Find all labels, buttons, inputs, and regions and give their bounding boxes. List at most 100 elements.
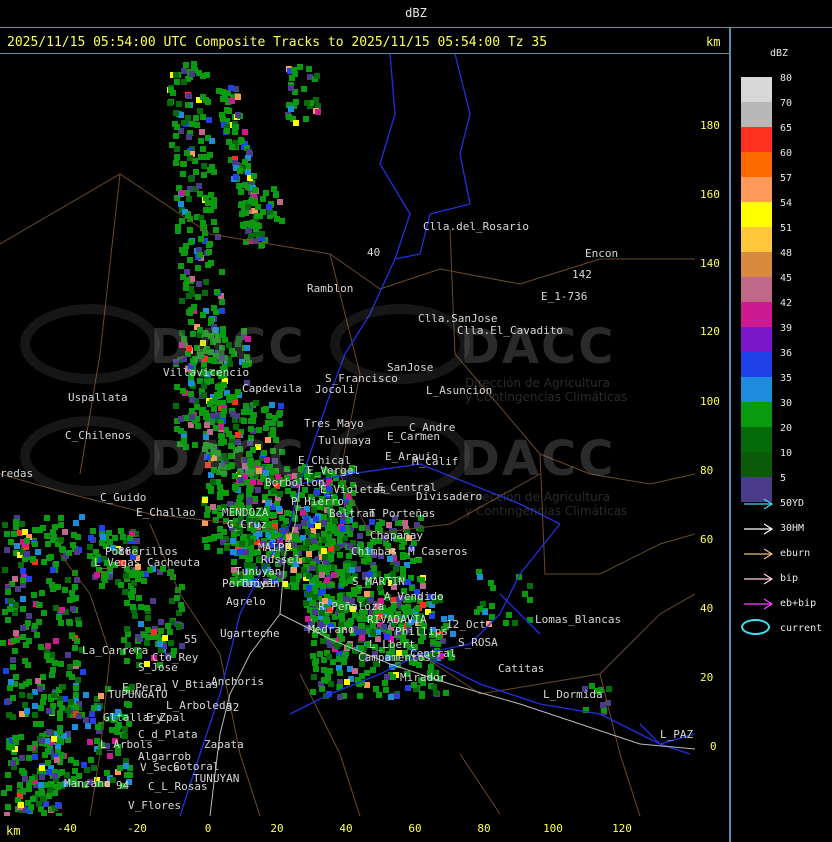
echo-pixel	[58, 537, 64, 543]
echo-pixel	[600, 702, 606, 708]
echo-pixel	[144, 605, 150, 611]
echo-pixel	[141, 632, 147, 638]
echo-pixel	[72, 724, 78, 730]
echo-pixel	[230, 549, 236, 555]
echo-pixel	[72, 584, 78, 590]
echo-pixel	[40, 699, 46, 705]
legend-level-label: 35	[780, 373, 793, 384]
echo-pixel	[33, 721, 39, 727]
echo-pixel	[204, 512, 210, 518]
echo-pixel	[215, 400, 221, 406]
echo-pixel	[313, 575, 319, 581]
echo-pixel	[57, 701, 63, 707]
echo-pixel	[410, 558, 416, 564]
echo-pixel	[66, 619, 72, 625]
echo-pixel	[36, 602, 42, 608]
place-label: M_Calif	[412, 455, 459, 468]
echo-pixel	[334, 545, 340, 551]
echo-pixel	[198, 138, 204, 144]
legend-swatch	[741, 202, 772, 227]
echo-pixel	[291, 542, 297, 548]
legend-swatch	[741, 327, 772, 352]
echo-pixel	[198, 236, 204, 242]
echo-pixel	[186, 196, 192, 202]
echo-pixel	[46, 793, 52, 799]
legend-level-label: 57	[780, 173, 793, 184]
echo-pixel	[245, 556, 251, 562]
echo-pixel	[221, 408, 227, 414]
echo-pixel	[318, 590, 324, 596]
track-legend-item: eburn	[740, 546, 830, 562]
echo-pixel	[242, 159, 248, 165]
place-label: Divisadero	[416, 490, 483, 503]
echo-pixel	[477, 574, 483, 580]
echo-pixel	[203, 279, 209, 285]
echo-pixel	[276, 506, 282, 512]
place-label: Clla.SanJose	[418, 312, 498, 325]
echo-pixel	[73, 704, 79, 710]
legend-swatch	[741, 77, 772, 102]
echo-pixel	[306, 573, 312, 579]
place-label: L_PAZ	[660, 728, 694, 741]
echo-pixel	[118, 582, 124, 588]
echo-pixel	[73, 692, 79, 698]
echo-pixel	[127, 772, 133, 778]
echo-pixel	[201, 172, 207, 178]
echo-pixel	[138, 621, 144, 627]
place-label: Uspallata	[68, 391, 128, 404]
echo-pixel	[428, 664, 434, 670]
echo-pixel	[331, 572, 337, 578]
echo-pixel	[200, 94, 206, 100]
echo-pixel	[145, 615, 151, 621]
echo-pixel	[321, 514, 327, 520]
echo-pixel	[211, 219, 217, 225]
echo-pixel	[117, 765, 123, 771]
echo-pixel	[200, 146, 206, 152]
echo-pixel	[122, 589, 128, 595]
echo-pixel	[200, 114, 206, 120]
place-label: M_Caseros	[408, 545, 468, 558]
echo-pixel	[58, 661, 64, 667]
echo-pixel	[39, 765, 45, 771]
echo-pixel	[188, 391, 194, 397]
echo-pixel	[9, 744, 15, 750]
echo-pixel	[39, 774, 45, 780]
place-label: Clla.El_Cavadito	[457, 324, 563, 337]
echo-pixel	[342, 653, 348, 659]
echo-pixel	[359, 525, 365, 531]
place-label: E_Zpal	[146, 711, 186, 724]
echo-pixel	[134, 572, 140, 578]
echo-pixel	[181, 68, 187, 74]
echo-pixel	[95, 724, 101, 730]
echo-pixel	[57, 782, 63, 788]
place-label: Cacheuta	[147, 556, 200, 569]
echo-pixel	[303, 116, 309, 122]
echo-pixel	[527, 597, 533, 603]
echo-pixel	[38, 644, 44, 650]
echo-pixel	[99, 583, 105, 589]
echo-pixel	[13, 524, 19, 530]
legend-swatch	[741, 152, 772, 177]
echo-pixel	[202, 497, 208, 503]
echo-pixel	[124, 658, 130, 664]
echo-pixel	[87, 544, 93, 550]
echo-pixel	[189, 408, 195, 414]
echo-pixel	[200, 73, 206, 79]
current-label: current	[780, 623, 823, 634]
echo-pixel	[79, 514, 85, 520]
echo-pixel	[150, 598, 156, 604]
echo-pixel	[199, 129, 205, 135]
radar-map[interactable]: DACC DACC Dirección de Agricultura y Cont…	[0, 54, 695, 816]
echo-pixel	[178, 263, 184, 269]
y-tick-label: 160	[700, 188, 720, 201]
place-label: L_Dormida	[543, 688, 603, 701]
echo-pixel	[237, 549, 243, 555]
current-marker-icon	[741, 619, 770, 635]
echo-pixel	[183, 62, 189, 68]
echo-pixel	[239, 541, 245, 547]
echo-pixel	[180, 388, 186, 394]
echo-pixel	[330, 524, 336, 530]
echo-pixel	[91, 765, 97, 771]
echo-pixel	[359, 673, 365, 679]
echo-pixel	[233, 174, 239, 180]
